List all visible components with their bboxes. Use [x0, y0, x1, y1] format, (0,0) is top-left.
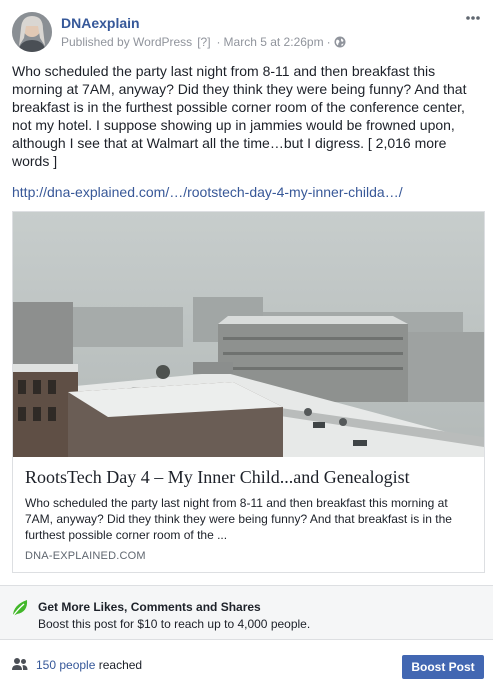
- meta-separator-2: ·: [326, 35, 331, 49]
- snowy-city-photo: [13, 212, 484, 457]
- card-title[interactable]: RootsTech Day 4 – My Inner Child...and G…: [25, 466, 473, 488]
- boost-promo[interactable]: Get More Likes, Comments and Shares Boos…: [0, 585, 493, 640]
- people-icon: [12, 658, 28, 670]
- boost-promo-subtitle: Boost this post for $10 to reach up to 4…: [38, 617, 311, 631]
- post-date[interactable]: March 5 at 2:26pm: [224, 35, 324, 49]
- boost-promo-title: Get More Likes, Comments and Shares: [38, 600, 261, 614]
- card-info[interactable]: RootsTech Day 4 – My Inner Child...and G…: [25, 466, 473, 562]
- reach-text: 150 people reached: [36, 658, 142, 672]
- help-marker[interactable]: [?]: [197, 35, 210, 49]
- reach-suffix: reached: [95, 658, 143, 672]
- avatar[interactable]: [12, 12, 52, 52]
- post-header: DNAexplain Published by WordPress [?] · …: [12, 12, 481, 54]
- card-domain: DNA-EXPLAINED.COM: [25, 550, 146, 562]
- globe-icon[interactable]: [334, 36, 346, 48]
- avatar-photo: [12, 12, 52, 52]
- post-footer: 150 people reached Boost Post: [0, 646, 493, 686]
- card-description: Who scheduled the party last night from …: [25, 496, 452, 542]
- meta-separator: ·: [216, 35, 221, 49]
- leaf-icon: [12, 600, 28, 617]
- post-text: Who scheduled the party last night from …: [12, 63, 467, 169]
- facebook-post: DNAexplain Published by WordPress [?] · …: [0, 0, 493, 686]
- post-meta: Published by WordPress [?] · March 5 at …: [61, 35, 346, 49]
- preview-image[interactable]: [13, 212, 484, 457]
- author-name[interactable]: DNAexplain: [61, 15, 140, 31]
- link-preview-card[interactable]: RootsTech Day 4 – My Inner Child...and G…: [12, 211, 485, 573]
- more-options-icon[interactable]: [465, 12, 481, 28]
- publisher-label: Published by WordPress: [61, 35, 193, 49]
- post-link[interactable]: http://dna-explained.com/…/rootstech-day…: [12, 183, 403, 201]
- boost-post-button[interactable]: Boost Post: [402, 655, 484, 679]
- reach-count[interactable]: 150 people: [36, 658, 95, 672]
